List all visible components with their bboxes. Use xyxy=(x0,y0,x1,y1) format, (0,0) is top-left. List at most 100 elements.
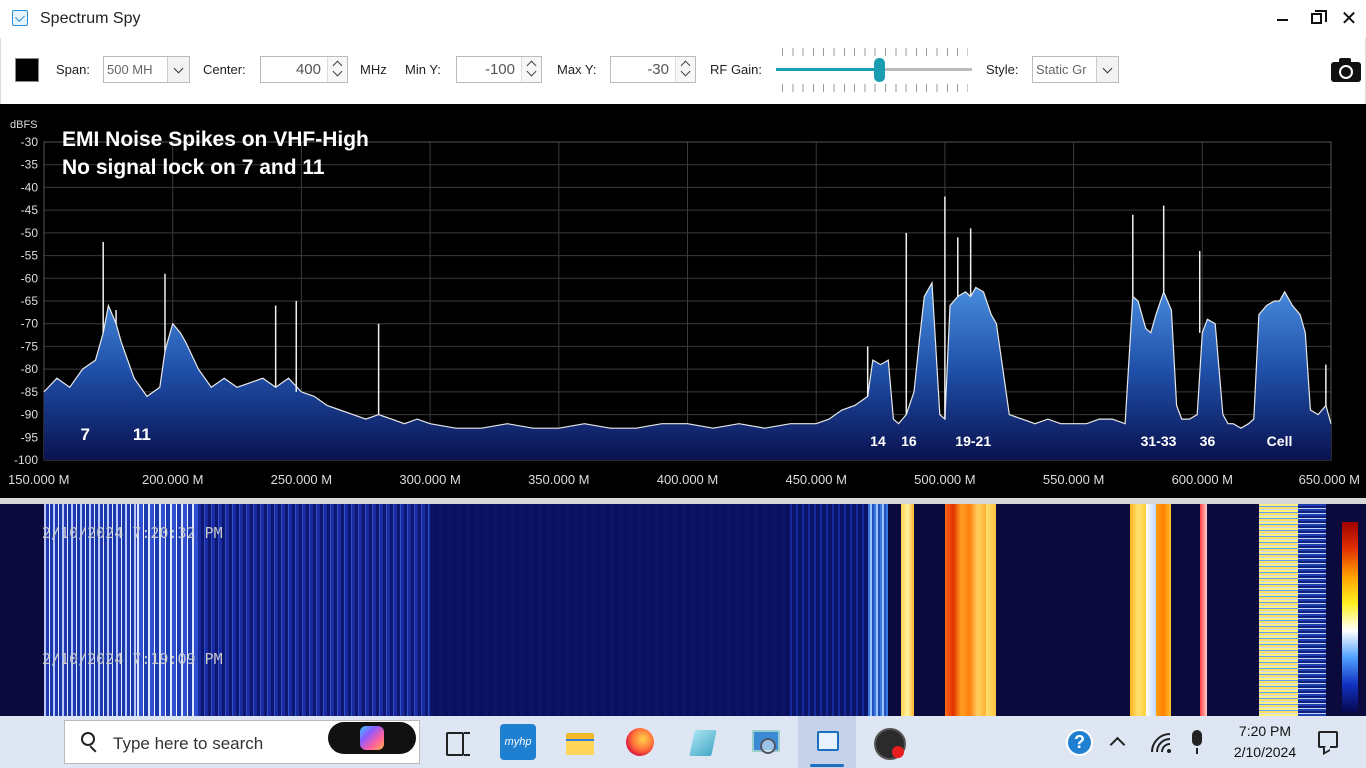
span-dropdown[interactable]: 500 MH xyxy=(103,56,190,83)
chevron-down-icon[interactable] xyxy=(1096,57,1118,82)
start-button[interactable] xyxy=(12,730,34,752)
y-tick-label: -90 xyxy=(21,408,39,422)
system-clock[interactable]: 7:20 PM 2/10/2024 xyxy=(1222,721,1308,763)
y-tick-label: -35 xyxy=(21,158,39,172)
channel-label: 31-33 xyxy=(1141,433,1177,449)
firefox-button[interactable] xyxy=(622,724,658,760)
maximize-icon xyxy=(1310,9,1327,24)
obs-recorder-button[interactable] xyxy=(870,724,906,760)
rfgain-label: RF Gain: xyxy=(710,62,763,77)
notes-app-button[interactable] xyxy=(684,724,720,760)
search-icon xyxy=(81,732,95,746)
y-tick-label: -50 xyxy=(21,226,39,240)
waterfall-timestamp: 2/10/2024 7:19:09 PM xyxy=(42,650,223,668)
task-view-button[interactable] xyxy=(440,724,476,760)
miny-label: Min Y: xyxy=(405,62,441,77)
channel-label: 14 xyxy=(870,433,886,449)
x-tick-label: 350.000 M xyxy=(528,472,589,487)
x-tick-label: 550.000 M xyxy=(1043,472,1104,487)
waterfall-band xyxy=(986,504,997,716)
myhp-icon: myhp xyxy=(504,736,532,748)
maxy-label: Max Y: xyxy=(557,62,597,77)
copilot-icon xyxy=(360,726,384,750)
app-icon xyxy=(12,10,28,26)
annotation: EMI Noise Spikes on VHF-High No signal l… xyxy=(62,126,369,182)
x-tick-label: 400.000 M xyxy=(657,472,718,487)
chevron-up-icon[interactable] xyxy=(1109,736,1126,753)
maxy-input[interactable]: -30 xyxy=(610,56,696,83)
x-tick-label: 450.000 M xyxy=(785,472,846,487)
notification-icon[interactable] xyxy=(1318,731,1338,748)
x-tick-label: 300.000 M xyxy=(399,472,460,487)
center-input[interactable]: 400 xyxy=(260,56,348,83)
y-tick-label: -30 xyxy=(21,135,39,149)
span-value: 500 MH xyxy=(107,62,153,77)
waterfall-band xyxy=(430,504,791,716)
copilot-button[interactable] xyxy=(328,722,416,754)
waterfall-band xyxy=(790,504,868,716)
x-tick-label: 150.000 M xyxy=(8,472,69,487)
waterfall-band xyxy=(1199,504,1208,716)
screenshot-button[interactable] xyxy=(1329,56,1363,84)
miny-spinner[interactable] xyxy=(521,57,541,82)
center-spinner[interactable] xyxy=(327,57,347,82)
channel-label: 16 xyxy=(901,433,917,449)
rfgain-slider[interactable] xyxy=(776,46,972,94)
minimize-button[interactable] xyxy=(1265,4,1299,32)
y-tick-label: -70 xyxy=(21,317,39,331)
color-scale-bar xyxy=(1342,522,1358,712)
y-tick-label: -40 xyxy=(21,180,39,194)
span-label: Span: xyxy=(56,62,90,77)
maxy-spinner[interactable] xyxy=(675,57,695,82)
toolbar: Span: 500 MH Center: 400 MHz Min Y: -100… xyxy=(0,38,1366,104)
close-button[interactable]: ✕ xyxy=(1332,4,1366,32)
help-icon[interactable]: ? xyxy=(1066,729,1093,756)
waterfall-band xyxy=(1130,504,1146,716)
slider-fill xyxy=(776,68,879,71)
waterfall-band xyxy=(1258,504,1298,716)
window-title: Spectrum Spy xyxy=(40,10,141,27)
maxy-value: -30 xyxy=(647,61,669,78)
wifi-icon[interactable] xyxy=(1150,732,1172,754)
spectrum-spy-task-button[interactable] xyxy=(798,716,856,768)
slider-ticks xyxy=(782,84,968,92)
slider-ticks xyxy=(782,48,968,56)
taskbar: Type here to search myhp ? 7:20 PM 2/10/… xyxy=(0,716,1366,768)
file-explorer-button[interactable] xyxy=(562,724,598,760)
center-unit: MHz xyxy=(360,62,387,77)
channel-label: 11 xyxy=(133,425,151,444)
style-dropdown[interactable]: Static Gr xyxy=(1032,56,1119,83)
chevron-down-icon[interactable] xyxy=(526,66,537,77)
trace-color-button[interactable] xyxy=(15,58,39,82)
waterfall-band xyxy=(944,504,987,716)
channel-label: 36 xyxy=(1200,433,1216,449)
spectrum-plot[interactable]: dBFS -30 -35 -40 -45 -50 -55 -60 -65 -70 -75 -80 -85… xyxy=(0,104,1366,498)
minimize-icon xyxy=(1276,19,1288,21)
slider-thumb[interactable] xyxy=(874,58,885,82)
channel-label: Cell xyxy=(1267,433,1293,449)
clock-date: 2/10/2024 xyxy=(1233,744,1297,760)
waterfall-band xyxy=(1155,504,1172,716)
waterfall-timestamp: 2/10/2024 7:20:32 PM xyxy=(42,524,223,542)
waterfall-display[interactable]: 2/10/2024 7:20:32 PM 2/10/2024 7:19:09 P… xyxy=(0,504,1366,716)
close-icon: ✕ xyxy=(1340,7,1358,30)
title-bar: Spectrum Spy ✕ xyxy=(0,0,1366,38)
myhp-app-button[interactable]: myhp xyxy=(500,724,536,760)
y-tick-label: -85 xyxy=(21,385,39,399)
miny-input[interactable]: -100 xyxy=(456,56,542,83)
x-tick-label: 250.000 M xyxy=(271,472,332,487)
style-label: Style: xyxy=(986,62,1019,77)
chevron-down-icon[interactable] xyxy=(680,66,691,77)
chevron-down-icon[interactable] xyxy=(332,66,343,77)
maximize-button[interactable] xyxy=(1299,4,1333,32)
spectrum-spy-app: Spectrum Spy ✕ Span: 500 MH Center: 400 … xyxy=(0,0,1366,768)
y-tick-label: -55 xyxy=(21,249,39,263)
microphone-icon[interactable] xyxy=(1192,730,1202,754)
annotation-line-1: EMI Noise Spikes on VHF-High xyxy=(62,128,369,151)
center-value: 400 xyxy=(295,61,321,78)
miny-value: -100 xyxy=(484,61,515,78)
remote-desktop-button[interactable] xyxy=(746,724,782,760)
chevron-down-icon[interactable] xyxy=(167,57,189,82)
y-tick-label: -60 xyxy=(21,271,39,285)
y-tick-label: -100 xyxy=(14,453,38,467)
